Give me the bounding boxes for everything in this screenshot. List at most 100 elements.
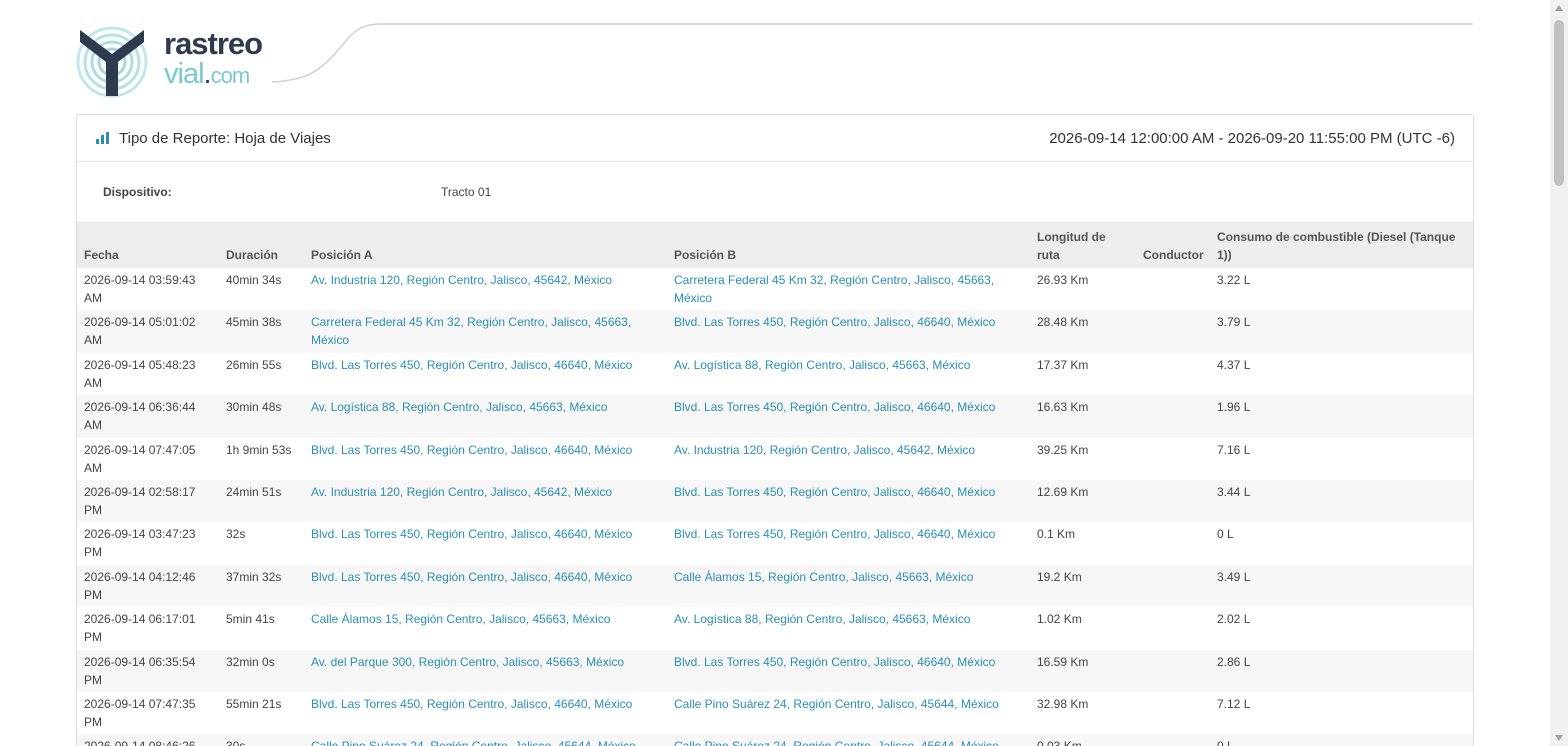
cell-longitud: 1.02 Km: [1037, 612, 1082, 627]
cell-duracion: 32min 0s: [226, 654, 275, 669]
cell-posicion-b[interactable]: Blvd. Las Torres 450, Región Centro, Jal…: [667, 310, 1030, 352]
table-row: 2026-09-14 06:36:44 AM 30min 48s Av. Logís…: [77, 395, 1473, 438]
scroll-thumb[interactable]: [1554, 20, 1564, 186]
trips-table-body: 2026-09-14 03:59:43 AM 40min 34s Av. Indus…: [77, 268, 1473, 746]
cell-fecha: 2026-09-14 08:46:26 PM: [77, 734, 219, 746]
table-row: 2026-09-14 06:35:54 PM 32min 0s Av. del Pa…: [77, 649, 1473, 692]
col-header-duracion[interactable]: Duración: [219, 223, 304, 268]
cell-consumo: 3.79 L: [1217, 315, 1251, 330]
cell-posicion-a[interactable]: Blvd. Las Torres 450, Región Centro, Jal…: [304, 522, 667, 564]
cell-posicion-b[interactable]: Av. Industria 120, Región Centro, Jalisc…: [667, 438, 1030, 480]
col-header-posicion-a[interactable]: Posición A: [304, 223, 667, 268]
cell-longitud: 39.25 Km: [1037, 442, 1089, 457]
bar-chart-icon: [96, 132, 110, 144]
cell-consumo: 4.37 L: [1217, 357, 1251, 372]
cell-duracion: 37min 32s: [226, 569, 282, 584]
cell-fecha: 2026-09-14 03:47:23 PM: [84, 527, 196, 560]
cell-duracion: 24min 51s: [226, 484, 282, 499]
cell-posicion-a[interactable]: Calle Pino Suárez 24, Región Centro, Jal…: [304, 734, 667, 746]
cell-posicion-a[interactable]: Blvd. Las Torres 450, Región Centro, Jal…: [304, 438, 667, 480]
cell-duracion: 32s: [226, 527, 246, 542]
logo-mark-icon: [76, 26, 148, 98]
cell-posicion-a[interactable]: Blvd. Las Torres 450, Región Centro, Jal…: [304, 692, 667, 734]
col-header-conductor[interactable]: Conductor: [1136, 223, 1210, 268]
cell-fecha: 2026-09-14 07:47:35 PM: [84, 696, 196, 729]
scroll-down-arrow-icon[interactable]: [1555, 735, 1563, 741]
cell-longitud: 28.48 Km: [1037, 315, 1089, 330]
cell-posicion-a[interactable]: Av. del Parque 300, Región Centro, Jalis…: [304, 650, 667, 692]
col-header-fecha[interactable]: Fecha: [77, 223, 219, 268]
cell-posicion-b[interactable]: Blvd. Las Torres 450, Región Centro, Jal…: [667, 395, 1030, 437]
table-row: 2026-09-14 07:47:35 PM 55min 21s Blvd. Las…: [77, 692, 1473, 734]
cell-duracion: 30s: [219, 734, 304, 746]
cell-fecha: 2026-09-14 03:59:43 AM: [84, 273, 196, 305]
col-header-consumo[interactable]: Consumo de combustible (Diesel (Tanque 1…: [1210, 223, 1473, 268]
cell-longitud: 16.59 Km: [1037, 654, 1089, 669]
table-row: 2026-09-14 06:17:01 PM 5min 41s Calle Álam…: [77, 607, 1473, 649]
cell-longitud: 26.93 Km: [1037, 273, 1089, 287]
report-type-title: Tipo de Reporte: Hoja de Viajes: [119, 130, 331, 147]
col-header-posicion-b[interactable]: Posición B: [667, 223, 1030, 268]
cell-fecha: 2026-09-14 06:35:54 PM: [84, 654, 196, 687]
logo-text-rastreo: rastreo: [164, 26, 263, 61]
report-panel: Tipo de Reporte: Hoja de Viajes 2026-09-…: [76, 114, 1474, 746]
cell-conductor: [1136, 734, 1210, 746]
cell-consumo: 7.16 L: [1217, 442, 1251, 457]
cell-duracion: 5min 41s: [226, 612, 275, 627]
device-label: Dispositivo:: [103, 185, 172, 199]
cell-longitud: 0.03 Km: [1030, 734, 1136, 746]
cell-duracion: 26min 55s: [226, 357, 282, 372]
header-swoosh: [271, 23, 1473, 83]
cell-conductor: [1136, 565, 1210, 607]
col-header-longitud[interactable]: Longitud de ruta: [1030, 223, 1136, 268]
report-header: Tipo de Reporte: Hoja de Viajes 2026-09-…: [77, 115, 1473, 162]
report-date-range: 2026-09-14 12:00:00 AM - 2026-09-20 11:5…: [1049, 130, 1455, 147]
cell-longitud: 32.98 Km: [1037, 696, 1089, 711]
cell-posicion-b[interactable]: Blvd. Las Torres 450, Región Centro, Jal…: [667, 650, 1030, 692]
cell-longitud: 17.37 Km: [1037, 357, 1089, 372]
cell-fecha: 2026-09-14 06:17:01 PM: [84, 612, 196, 645]
cell-posicion-a[interactable]: Av. Logística 88, Región Centro, Jalisco…: [304, 395, 667, 437]
cell-posicion-a[interactable]: Av. Industria 120, Región Centro, Jalisc…: [304, 268, 667, 310]
cell-posicion-a[interactable]: Av. Industria 120, Región Centro, Jalisc…: [304, 480, 667, 522]
cell-longitud: 16.63 Km: [1037, 400, 1089, 415]
cell-posicion-b[interactable]: Av. Logística 88, Región Centro, Jalisco…: [667, 607, 1030, 649]
cell-longitud: 12.69 Km: [1037, 484, 1089, 499]
trips-table: Fecha Duración Posición A Posición B Lon…: [77, 223, 1473, 746]
cell-posicion-a[interactable]: Blvd. Las Torres 450, Región Centro, Jal…: [304, 565, 667, 607]
cell-conductor: [1136, 607, 1210, 649]
table-row: 2026-09-14 04:12:46 PM 37min 32s Blvd. Las…: [77, 564, 1473, 608]
table-row: 2026-09-14 08:46:26 PM30sCalle Pino Suár…: [77, 734, 1473, 746]
cell-posicion-b[interactable]: Calle Pino Suárez 24, Región Centro, Jal…: [667, 692, 1030, 734]
cell-conductor: [1136, 438, 1210, 480]
cell-posicion-a[interactable]: Carretera Federal 45 Km 32, Región Centr…: [304, 310, 667, 352]
cell-posicion-a[interactable]: Calle Álamos 15, Región Centro, Jalisco,…: [304, 607, 667, 649]
cell-consumo: 3.22 L: [1217, 273, 1251, 287]
cell-fecha: 2026-09-14 05:01:02 AM: [84, 315, 196, 348]
logo-text-vial: vial.com: [164, 58, 250, 90]
cell-consumo: 2.02 L: [1217, 612, 1251, 627]
cell-conductor: [1136, 650, 1210, 692]
cell-posicion-b[interactable]: Carretera Federal 45 Km 32, Región Centr…: [667, 268, 1030, 310]
cell-consumo: 0 L: [1217, 527, 1234, 542]
vertical-scrollbar[interactable]: [1550, 0, 1568, 746]
cell-longitud: 19.2 Km: [1037, 569, 1082, 584]
cell-duracion: 45min 38s: [226, 315, 282, 330]
cell-fecha: 2026-09-14 06:36:44 AM: [84, 400, 196, 433]
cell-posicion-b[interactable]: Blvd. Las Torres 450, Región Centro, Jal…: [667, 522, 1030, 564]
cell-consumo: 3.49 L: [1217, 569, 1251, 584]
cell-posicion-b[interactable]: Av. Logística 88, Región Centro, Jalisco…: [667, 353, 1030, 395]
table-header-row: Fecha Duración Posición A Posición B Lon…: [77, 223, 1473, 268]
cell-posicion-a[interactable]: Blvd. Las Torres 450, Región Centro, Jal…: [304, 353, 667, 395]
cell-duracion: 55min 21s: [226, 696, 282, 711]
table-row: 2026-09-14 02:58:17 PM 24min 51s Av. Indus…: [77, 479, 1473, 523]
cell-posicion-b[interactable]: Calle Pino Suárez 24, Región Centro, Jal…: [667, 734, 1030, 746]
cell-posicion-b[interactable]: Calle Álamos 15, Región Centro, Jalisco,…: [667, 565, 1030, 607]
cell-conductor: [1136, 268, 1210, 310]
cell-fecha: 2026-09-14 05:48:23 AM: [84, 357, 196, 390]
device-row: Dispositivo: Tracto 01: [77, 162, 1473, 223]
cell-conductor: [1136, 395, 1210, 437]
scroll-up-arrow-icon[interactable]: [1555, 5, 1563, 11]
cell-conductor: [1136, 692, 1210, 734]
cell-posicion-b[interactable]: Blvd. Las Torres 450, Región Centro, Jal…: [667, 480, 1030, 522]
